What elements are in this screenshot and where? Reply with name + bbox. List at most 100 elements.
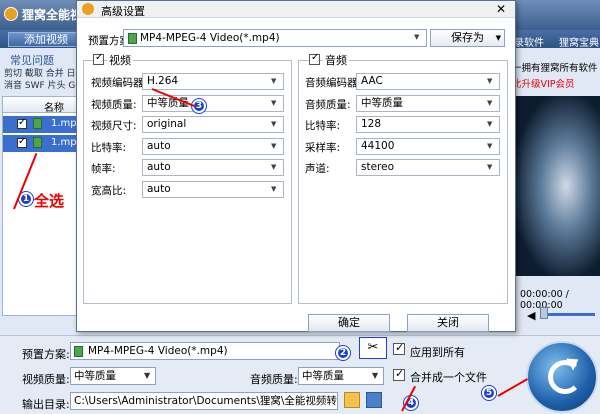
video-setting-dropdown[interactable]: auto xyxy=(142,137,284,155)
audio-setting-value: 中等质量 xyxy=(361,96,403,109)
select-all-annotation: 全选 xyxy=(34,192,65,210)
preset-dropdown[interactable]: MP4-MPEG-4 Video(*.mp4) xyxy=(70,342,340,360)
chevron-down-icon xyxy=(486,117,498,132)
edit-tool-links[interactable]: 剪切 截取 合并 日 消音 SWF 片头 GIF xyxy=(4,68,83,94)
video-label: 视频尺寸: xyxy=(91,120,137,133)
audio-quality-dropdown[interactable]: 中等质量 xyxy=(298,367,384,385)
video-file-icon xyxy=(33,137,42,148)
video-quality-value: 中等质量 xyxy=(74,370,116,382)
preset-label: 预置方案: xyxy=(22,348,70,361)
audio-label: 音频编码器: xyxy=(305,77,362,89)
chevron-down-icon xyxy=(270,160,282,175)
file-row[interactable]: 1.mp4 xyxy=(3,135,83,152)
marker-2: 2 xyxy=(336,346,350,360)
file-list-header xyxy=(3,97,79,113)
video-group-title: 视频 xyxy=(107,52,133,68)
output-dir-label: 输出目录: xyxy=(22,398,70,411)
audio-setting-dropdown[interactable]: 128 xyxy=(356,116,500,134)
audio-setting-dropdown[interactable]: AAC xyxy=(356,73,500,90)
chevron-down-icon xyxy=(270,74,282,89)
video-setting-value: auto xyxy=(147,139,171,152)
audio-label: 声道: xyxy=(305,163,330,176)
column-name-header[interactable]: 名称 xyxy=(44,99,64,114)
file-checkbox[interactable] xyxy=(17,136,27,148)
playback-time: 00:00:00 / 00:00:00 xyxy=(520,289,569,311)
dialog-preset-dropdown[interactable]: MP4-MPEG-4 Video(*.mp4) xyxy=(123,29,427,47)
video-setting-value: H.264 xyxy=(147,75,179,87)
video-label: 视频质量: xyxy=(91,98,137,111)
video-setting-dropdown[interactable]: H.264 xyxy=(142,73,284,90)
app-logo-icon xyxy=(82,3,94,15)
audio-label: 音频质量: xyxy=(305,98,351,111)
audio-label: 采样率: xyxy=(305,141,341,154)
video-setting-dropdown[interactable]: 中等质量 xyxy=(142,94,284,112)
video-label: 宽高比: xyxy=(91,185,127,197)
video-label: 帧率: xyxy=(91,163,116,176)
tools-icon: ✂ xyxy=(367,340,379,355)
audio-group-title: 音频 xyxy=(323,52,349,68)
video-setting-dropdown[interactable]: auto xyxy=(142,181,284,198)
file-checkbox[interactable] xyxy=(17,117,27,129)
audio-quality-value: 中等质量 xyxy=(302,370,344,382)
dialog-title: 高级设置 xyxy=(101,5,145,18)
video-preview xyxy=(515,96,600,276)
audio-setting-value: AAC xyxy=(361,75,383,87)
record-software-link[interactable]: 录软件 xyxy=(514,34,544,49)
merge-checkbox[interactable] xyxy=(393,367,405,381)
chevron-down-icon xyxy=(270,139,282,154)
video-setting-value: auto xyxy=(147,161,171,174)
apply-to-all-label: 应用到所有 xyxy=(410,346,465,359)
video-quality-dropdown[interactable]: 中等质量 xyxy=(70,367,156,385)
chevron-down-icon xyxy=(270,182,282,197)
output-dir-field[interactable]: C:\Users\Administrator\Documents\狸窝\全能视频… xyxy=(70,392,338,410)
close-button[interactable]: 关闭 xyxy=(407,314,489,332)
preset-value: MP4-MPEG-4 Video(*.mp4) xyxy=(88,345,228,357)
chevron-down-icon xyxy=(486,96,498,111)
merge-label: 合并成一个文件 xyxy=(410,371,487,384)
audio-setting-value: stereo xyxy=(361,161,395,174)
video-label: 视频编码器: xyxy=(91,77,148,89)
chevron-down-icon xyxy=(142,368,155,384)
save-as-label: 保存为 xyxy=(451,31,484,44)
treasure-link[interactable]: 狸窝宝典 xyxy=(559,34,599,49)
chevron-down-icon xyxy=(370,368,383,384)
ok-button[interactable]: 确定 xyxy=(308,314,390,332)
vip-upgrade-link[interactable]: 比升级VIP会员 xyxy=(512,76,575,90)
chevron-down-icon xyxy=(413,30,425,45)
audio-setting-dropdown[interactable]: 44100 xyxy=(356,137,500,155)
video-setting-dropdown[interactable]: original xyxy=(142,116,284,134)
file-row[interactable]: 1.mp4 xyxy=(3,116,83,133)
audio-setting-value: 44100 xyxy=(361,139,395,152)
save-as-button[interactable]: 保存为 ▼ xyxy=(430,29,505,47)
promo-text: 一拥有狸窝所有软件 xyxy=(512,63,598,74)
advanced-settings-button[interactable]: ✂ xyxy=(359,337,387,359)
dialog-close-button[interactable]: ✕ xyxy=(493,2,509,16)
audio-quality-label: 音频质量: xyxy=(250,373,298,386)
faq-link[interactable]: 常见问题 xyxy=(10,52,54,68)
video-setting-dropdown[interactable]: auto xyxy=(142,159,284,177)
audio-setting-dropdown[interactable]: stereo xyxy=(356,159,500,177)
video-file-icon xyxy=(33,118,42,129)
volume-slider-track[interactable] xyxy=(545,313,595,316)
folder-icon[interactable] xyxy=(344,392,360,408)
audio-setting-dropdown[interactable]: 中等质量 xyxy=(356,94,500,112)
open-folder-icon[interactable] xyxy=(366,392,382,408)
video-setting-value: original xyxy=(147,118,187,131)
speaker-icon[interactable]: ◀ xyxy=(527,309,535,322)
audio-setting-value: 128 xyxy=(361,118,382,131)
app-logo-icon xyxy=(4,7,18,21)
video-file-icon xyxy=(74,346,83,357)
add-video-button[interactable]: 添加视频 xyxy=(8,32,84,47)
apply-to-all-checkbox[interactable] xyxy=(393,341,405,355)
video-enable-checkbox[interactable] xyxy=(93,52,104,65)
audio-label: 比特率: xyxy=(305,120,341,133)
video-setting-value: auto xyxy=(147,183,171,195)
chevron-down-icon xyxy=(486,139,498,154)
chevron-down-icon xyxy=(486,160,498,175)
chevron-down-icon: ▼ xyxy=(495,34,501,42)
audio-enable-checkbox[interactable] xyxy=(309,52,320,65)
marker-5: 5 xyxy=(482,386,496,400)
chevron-down-icon xyxy=(270,96,282,111)
video-quality-label: 视频质量: xyxy=(22,373,70,386)
volume-slider-thumb[interactable] xyxy=(540,307,548,319)
